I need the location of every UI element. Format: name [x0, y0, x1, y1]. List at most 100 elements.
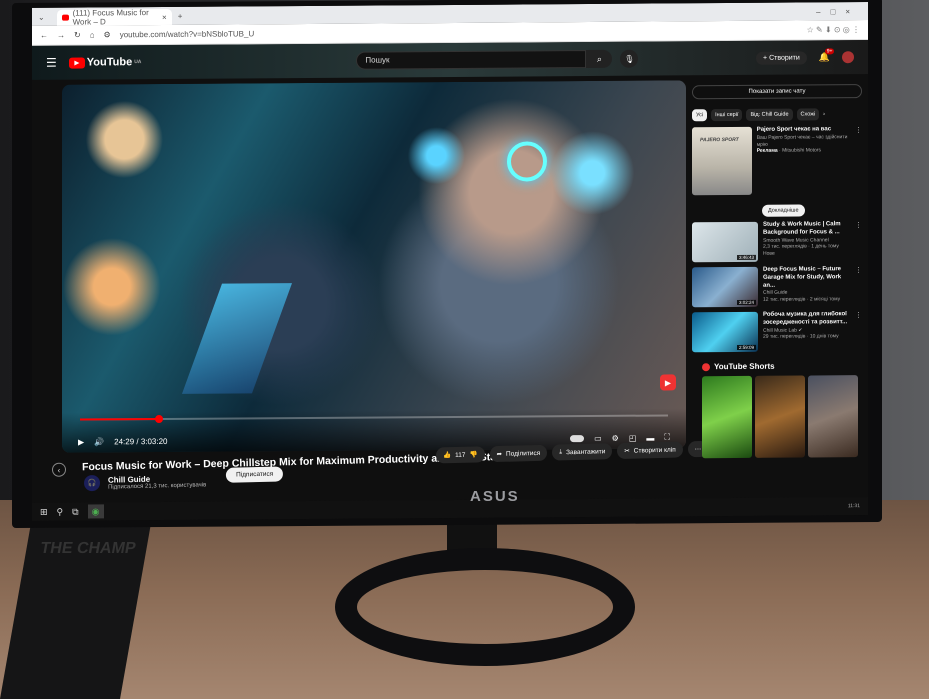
- notification-badge: 9+: [824, 47, 835, 54]
- recommended-video[interactable]: 3:02:24 Deep Focus Music – Future Garage…: [692, 266, 862, 308]
- short-item[interactable]: [808, 375, 858, 458]
- new-tab-icon[interactable]: +: [178, 11, 183, 20]
- share-label: Поділитися: [505, 449, 541, 458]
- play-icon[interactable]: ▶: [78, 437, 84, 446]
- taskbar: ⊞ ⚲ ⧉ ◉ 11:31: [32, 497, 868, 521]
- like-count: 117: [455, 451, 466, 459]
- ad-cta-button[interactable]: Докладніше: [762, 204, 805, 217]
- autoplay-toggle[interactable]: [570, 434, 585, 442]
- site-info-icon[interactable]: ⚙: [104, 30, 111, 39]
- ad-thumbnail[interactable]: PAJERO SPORT: [692, 126, 752, 196]
- screen: ⌄ (111) Focus Music for Work – D × + –□×…: [32, 2, 868, 521]
- progress-bar[interactable]: [80, 414, 668, 424]
- forward-icon[interactable]: →: [57, 31, 65, 40]
- filter-chips: Усі Інші серії Від: Chill Guide Схожі ›: [692, 108, 862, 122]
- theater-icon[interactable]: ▬: [646, 433, 654, 442]
- shorts-row: [702, 375, 862, 459]
- like-icon[interactable]: 👍: [443, 451, 451, 459]
- settings-icon[interactable]: ⚙: [612, 433, 619, 442]
- short-item[interactable]: [702, 375, 752, 459]
- clip-button[interactable]: ✂ Створити кліп: [617, 441, 683, 460]
- video-meta: 12 тис. переглядів · 2 місяці тому: [763, 296, 841, 303]
- avatar[interactable]: [842, 51, 854, 64]
- subscribe-button[interactable]: Підписатися: [225, 465, 284, 483]
- miniplayer-icon[interactable]: ◰: [629, 433, 637, 442]
- chip-all[interactable]: Усі: [692, 109, 708, 122]
- search-input[interactable]: Пошук: [356, 50, 587, 70]
- chip-from-channel[interactable]: Від: Chill Guide: [746, 108, 793, 121]
- share-button[interactable]: ➦ Поділитися: [489, 444, 548, 463]
- menu-icon[interactable]: ☰: [46, 56, 57, 70]
- like-dislike-button[interactable]: 👍 117 👎: [435, 446, 485, 464]
- video-title: Робоча музика для глибокої зосередженост…: [763, 311, 848, 326]
- close-tab-icon[interactable]: ×: [162, 12, 167, 21]
- chip-related[interactable]: Схожі: [796, 108, 820, 121]
- duration-badge: 2:59:09: [736, 344, 756, 350]
- channel-avatar[interactable]: 🎧: [83, 474, 101, 492]
- ad-thumb-text: PAJERO SPORT: [700, 136, 739, 144]
- progress-fill: [80, 414, 163, 424]
- recommended-video[interactable]: 2:59:09 Робоча музика для глибокої зосер…: [692, 311, 862, 353]
- recommended-video[interactable]: 3:46:43 Study & Work Music | Calm Backgr…: [692, 221, 862, 263]
- chrome-icon[interactable]: ◉: [87, 504, 104, 519]
- youtube-header: ☰ ▶ YouTube UA Пошук ⌕ 🎙 + Створити 🔔 9+: [32, 40, 868, 80]
- video-thumbnail[interactable]: 3:46:43: [692, 221, 758, 263]
- new-badge: Нове: [763, 250, 775, 257]
- ad-item[interactable]: PAJERO SPORT Pajero Sport чекає на вас В…: [692, 126, 862, 196]
- more-icon[interactable]: ⋮: [855, 266, 862, 306]
- mic-icon[interactable]: 🎙: [620, 49, 639, 68]
- home-icon[interactable]: ⌂: [90, 30, 95, 39]
- scrubber-handle[interactable]: [154, 414, 163, 424]
- more-icon[interactable]: ⋮: [855, 221, 862, 261]
- reload-icon[interactable]: ↻: [74, 31, 81, 40]
- bell-icon[interactable]: 🔔 9+: [819, 47, 835, 63]
- channel-row: 🎧 Chill Guide Підписалося 21,3 тис. кори…: [83, 465, 284, 492]
- asus-logo: ASUS: [470, 488, 520, 505]
- search-icon[interactable]: ⌕: [586, 49, 613, 69]
- logo-text: YouTube: [86, 56, 133, 69]
- download-button[interactable]: ⤓ Завантажити: [552, 443, 613, 461]
- download-label: Завантажити: [566, 447, 606, 456]
- youtube-favicon-icon: [61, 14, 69, 21]
- scissors-icon: ✂: [624, 447, 630, 455]
- region-label: UA: [134, 59, 142, 66]
- tab-search-icon[interactable]: ⌄: [38, 12, 45, 21]
- subtitles-icon[interactable]: ▭: [594, 433, 602, 442]
- duration-badge: 3:46:43: [736, 254, 756, 260]
- ad-sponsor: Mitsubishi Motors: [782, 147, 821, 154]
- task-view-icon[interactable]: ⧉: [72, 506, 78, 517]
- duration-badge: 3:02:24: [736, 299, 756, 305]
- short-item[interactable]: [755, 375, 805, 458]
- video-frame: [62, 80, 686, 453]
- tab-title: (111) Focus Music for Work – D: [72, 8, 149, 27]
- video-thumbnail[interactable]: 3:02:24: [692, 266, 758, 308]
- share-icon: ➦: [496, 450, 503, 458]
- more-icon[interactable]: ⋮: [855, 311, 862, 351]
- chip-other-series[interactable]: Інші серії: [711, 108, 743, 122]
- back-icon[interactable]: ←: [40, 31, 48, 40]
- video-player[interactable]: ▶ ▶ 🔊 24:29 / 3:03:20 ▭ ⚙ ◰ ▬ ⛶: [62, 80, 686, 453]
- back-arrow-icon[interactable]: ‹: [52, 462, 66, 477]
- more-icon[interactable]: ⋮: [855, 126, 862, 194]
- shorts-header: YouTube Shorts: [702, 361, 862, 371]
- chevron-right-icon[interactable]: ›: [823, 111, 825, 117]
- extension-icons[interactable]: ☆ ✎ ⬇ ⊙ ◎ ⋮: [807, 25, 860, 34]
- show-chat-button[interactable]: Показати запис чату: [692, 84, 862, 100]
- dislike-icon[interactable]: 👎: [469, 450, 477, 458]
- url-field[interactable]: youtube.com/watch?v=bNSbloTUB_U: [120, 29, 255, 39]
- youtube-logo[interactable]: ▶ YouTube UA: [68, 56, 142, 69]
- channel-watermark-icon[interactable]: ▶: [660, 374, 676, 391]
- video-thumbnail[interactable]: 2:59:09: [692, 311, 758, 353]
- search-taskbar-icon[interactable]: ⚲: [57, 506, 64, 517]
- browser-tab[interactable]: (111) Focus Music for Work – D ×: [56, 8, 172, 27]
- video-title: Study & Work Music | Calm Background for…: [763, 221, 841, 236]
- window-controls[interactable]: –□×: [816, 7, 860, 16]
- volume-icon[interactable]: 🔊: [94, 437, 104, 446]
- ad-label: Реклама: [756, 147, 778, 155]
- clock: 11:31: [847, 503, 860, 510]
- video-headphones: [507, 141, 547, 182]
- play-logo-icon: ▶: [68, 57, 85, 69]
- create-button[interactable]: + Створити: [756, 50, 807, 65]
- monitor-stand-base: [335, 548, 635, 666]
- start-icon[interactable]: ⊞: [40, 506, 48, 517]
